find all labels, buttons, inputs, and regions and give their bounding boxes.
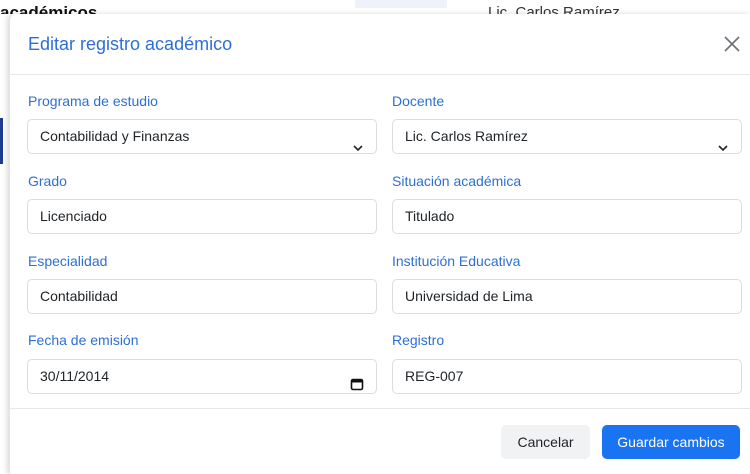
chevron-down-icon xyxy=(717,132,729,152)
modal-header: Editar registro académico xyxy=(10,14,750,75)
edit-record-modal: Editar registro académico Programa de es… xyxy=(9,14,750,474)
grado-input[interactable]: Licenciado xyxy=(27,199,377,234)
situacion-label: Situación académica xyxy=(392,173,522,189)
fecha-value: 30/11/2014 xyxy=(40,368,110,384)
docente-value: Lic. Carlos Ramírez xyxy=(405,128,528,144)
chevron-down-icon xyxy=(352,132,364,152)
modal-title: Editar registro académico xyxy=(28,34,233,54)
modal-footer: Cancelar Guardar cambios xyxy=(10,408,750,474)
cancel-button[interactable]: Cancelar xyxy=(501,425,590,459)
grado-value: Licenciado xyxy=(40,208,107,224)
fecha-date-input[interactable]: 30/11/2014 xyxy=(27,359,377,394)
especialidad-value: Contabilidad xyxy=(40,288,118,304)
institucion-value: Universidad de Lima xyxy=(405,288,533,304)
grado-label: Grado xyxy=(28,173,67,189)
especialidad-label: Especialidad xyxy=(28,253,108,269)
calendar-icon[interactable] xyxy=(350,370,364,391)
programa-label: Programa de estudio xyxy=(28,93,158,109)
registro-input[interactable]: REG-007 xyxy=(392,359,742,394)
programa-value: Contabilidad y Finanzas xyxy=(40,128,190,144)
fecha-label: Fecha de emisión xyxy=(28,332,139,348)
save-button[interactable]: Guardar cambios xyxy=(602,425,740,459)
docente-select[interactable]: Lic. Carlos Ramírez xyxy=(392,119,742,154)
registro-label: Registro xyxy=(392,332,445,348)
institucion-label: Institución Educativa xyxy=(392,253,521,269)
close-icon[interactable] xyxy=(722,34,742,54)
registro-value: REG-007 xyxy=(405,368,464,384)
docente-label: Docente xyxy=(392,93,445,109)
institucion-input[interactable]: Universidad de Lima xyxy=(392,279,742,314)
situacion-value: Titulado xyxy=(405,208,455,224)
especialidad-input[interactable]: Contabilidad xyxy=(27,279,377,314)
situacion-input[interactable]: Titulado xyxy=(392,199,742,234)
programa-select[interactable]: Contabilidad y Finanzas xyxy=(27,119,377,154)
